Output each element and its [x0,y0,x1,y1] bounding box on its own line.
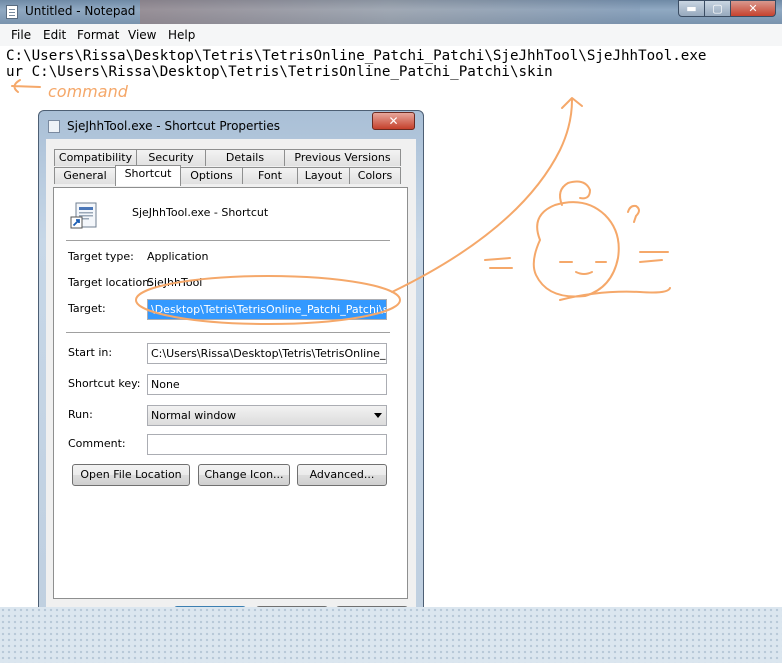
menu-edit[interactable]: Edit [43,28,66,42]
run-dropdown-value: Normal window [151,409,237,422]
minimize-button[interactable]: ▬ [678,0,705,17]
tab-layout[interactable]: Layout [297,167,350,184]
run-dropdown[interactable]: Normal window [147,405,387,426]
dialog-title: SjeJhhTool.exe - Shortcut Properties [67,119,281,133]
dotted-overlay [0,607,782,663]
target-field[interactable]: \Desktop\Tetris\TetrisOnline_Patchi_Patc… [147,299,387,320]
tab-colors[interactable]: Colors [349,167,401,184]
target-label: Target: [68,302,106,315]
target-type-label: Target type: [68,250,134,263]
menu-bar: File Edit Format View Help [0,24,782,47]
shortcut-key-field[interactable]: None [147,374,387,395]
advanced-button[interactable]: Advanced... [297,464,387,486]
shortcut-key-label: Shortcut key: [68,377,141,390]
dialog-body: Compatibility Security Details Previous … [46,139,416,631]
tab-details[interactable]: Details [205,149,285,166]
titlebar-background [140,0,640,24]
notepad-titlebar[interactable]: Untitled - Notepad ▬ ▢ ✕ [0,0,782,24]
dialog-app-icon [48,120,60,133]
chevron-down-icon [374,413,382,418]
tab-compatibility[interactable]: Compatibility [54,149,137,166]
target-type-value: Application [147,250,209,263]
divider [66,240,390,241]
shortcut-tab-panel: SjeJhhTool.exe - Shortcut Target type: A… [53,187,408,599]
notepad-icon [6,5,18,19]
tab-general[interactable]: General [54,167,116,184]
text-line-2: ur C:\Users\Rissa\Desktop\Tetris\TetrisO… [6,64,553,80]
shortcut-icon [70,202,97,229]
comment-label: Comment: [68,437,126,450]
tab-shortcut[interactable]: Shortcut [115,165,181,186]
menu-view[interactable]: View [128,28,156,42]
tab-security[interactable]: Security [136,149,206,166]
tab-previous-versions[interactable]: Previous Versions [284,149,401,166]
open-file-location-button[interactable]: Open File Location [72,464,190,486]
close-button[interactable]: ✕ [730,0,776,17]
maximize-button[interactable]: ▢ [704,0,731,17]
tab-font[interactable]: Font [242,167,298,184]
menu-file[interactable]: File [11,28,31,42]
dialog-close-button[interactable]: ✕ [372,112,415,130]
comment-field[interactable] [147,434,387,455]
start-in-field[interactable]: C:\Users\Rissa\Desktop\Tetris\TetrisOnli… [147,343,387,364]
menu-format[interactable]: Format [77,28,119,42]
change-icon-button[interactable]: Change Icon... [198,464,290,486]
start-in-label: Start in: [68,346,113,359]
menu-help[interactable]: Help [168,28,195,42]
run-label: Run: [68,408,93,421]
window-title: Untitled - Notepad [25,4,136,18]
tab-options[interactable]: Options [180,167,243,184]
target-location-value: SjeJhhTool [147,276,203,289]
shortcut-properties-dialog: SjeJhhTool.exe - Shortcut Properties ✕ C… [38,110,424,631]
shortcut-name: SjeJhhTool.exe - Shortcut [132,206,269,219]
divider [66,332,390,333]
text-line-1: C:\Users\Rissa\Desktop\Tetris\TetrisOnli… [6,48,707,64]
target-location-label: Target location: [68,276,153,289]
